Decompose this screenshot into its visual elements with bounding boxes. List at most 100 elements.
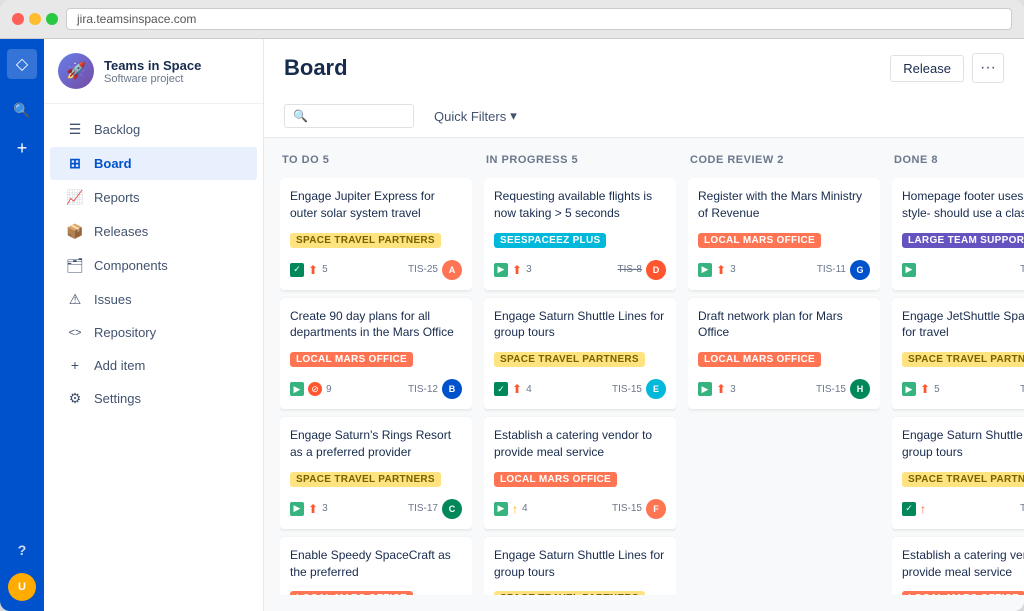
search-nav-icon[interactable]: 🔍 [7, 95, 37, 125]
board-header: Board Release ··· 🔍 Quick Filters [264, 39, 1024, 138]
sidebar: 🚀 Teams in Space Software project ☰ Back… [44, 39, 264, 611]
column-cards-inprogress: Requesting available flights is now taki… [484, 178, 676, 595]
card-id: TIS-15 [612, 503, 642, 514]
story-icon: ▶ [902, 263, 916, 277]
sidebar-item-add-item[interactable]: + Add item [50, 349, 257, 381]
search-box[interactable]: 🔍 [284, 104, 414, 128]
count: 5 [322, 264, 328, 275]
card-id: TIS-68 [1020, 264, 1024, 275]
card-done-3[interactable]: Engage Saturn Shuttle Lines for group to… [892, 417, 1024, 529]
close-button[interactable] [12, 13, 24, 25]
more-options-button[interactable]: ··· [972, 53, 1004, 83]
card-title: Establish a catering vendor to provide m… [494, 427, 666, 461]
card-inprogress-3[interactable]: Establish a catering vendor to provide m… [484, 417, 676, 529]
avatar: G [850, 260, 870, 280]
sidebar-item-issues[interactable]: ⚠ Issues [50, 283, 257, 316]
count: 3 [526, 264, 532, 275]
card-footer: ▶ ⬆ 3 TIS-17 C [290, 499, 462, 519]
card-meta: ✓ ⬆ 5 [290, 263, 328, 277]
repository-icon: <> [66, 327, 84, 339]
card-tag: LOCAL MARS OFFICE [494, 472, 617, 487]
help-nav-icon[interactable]: ? [7, 535, 37, 565]
avatar: D [646, 260, 666, 280]
card-tag: SPACE TRAVEL PARTNERS [290, 472, 441, 487]
card-todo-2[interactable]: Create 90 day plans for all departments … [280, 298, 472, 410]
browser-chrome: jira.teamsinspace.com [0, 0, 1024, 39]
column-inprogress: IN PROGRESS 5 Requesting available fligh… [484, 154, 676, 595]
card-tag: LARGE TEAM SUPPORT [902, 233, 1024, 248]
search-icon: 🔍 [13, 102, 30, 119]
column-cards-done: Homepage footer uses an inline style- sh… [892, 178, 1024, 595]
avatar: C [442, 499, 462, 519]
card-id-meta: TIS-15 K [1020, 499, 1024, 519]
global-nav: ◇ 🔍 + ? U [0, 39, 44, 611]
sidebar-item-reports[interactable]: 📈 Reports [50, 181, 257, 214]
card-id-meta: TIS-68 I [1020, 260, 1024, 280]
chevron-down-icon: ▾ [510, 108, 517, 124]
sidebar-item-backlog[interactable]: ☰ Backlog [50, 113, 257, 146]
card-todo-4[interactable]: Enable Speedy SpaceCraft as the preferre… [280, 537, 472, 595]
card-footer: ▶ ⊘ 9 TIS-12 B [290, 379, 462, 399]
card-id-meta: TIS-17 C [408, 499, 462, 519]
card-id: TIS-15 [816, 384, 846, 395]
priority-icon: ⬆ [512, 382, 522, 396]
card-id: TIS-17 [408, 503, 438, 514]
count: 4 [522, 503, 528, 514]
card-id-meta: TIS-23 J [1020, 379, 1024, 399]
search-input[interactable] [314, 109, 394, 123]
card-footer: ✓ ↑ TIS-15 K [902, 499, 1024, 519]
card-footer: ▶ ⬆ 3 TIS-8 D [494, 260, 666, 280]
card-title: Register with the Mars Ministry of Reven… [698, 188, 870, 222]
priority-icon: ↑ [512, 502, 518, 516]
card-done-4[interactable]: Establish a catering vendor to provide m… [892, 537, 1024, 595]
sidebar-item-releases[interactable]: 📦 Releases [50, 215, 257, 248]
sidebar-label-backlog: Backlog [94, 122, 140, 137]
card-id: TIS-11 [817, 264, 846, 275]
sidebar-item-components[interactable]: 🗂 Components [50, 249, 257, 282]
card-inprogress-1[interactable]: Requesting available flights is now taki… [484, 178, 676, 290]
card-id: TIS-23 [1020, 384, 1024, 395]
minimize-button[interactable] [29, 13, 41, 25]
maximize-button[interactable] [46, 13, 58, 25]
priority-icon: ⬆ [512, 263, 522, 277]
user-avatar[interactable]: U [8, 573, 36, 601]
quick-filters-button[interactable]: Quick Filters ▾ [424, 103, 527, 129]
card-id: TIS-15 [1020, 503, 1024, 514]
blocked-icon: ⊘ [308, 382, 322, 396]
story-icon: ▶ [290, 502, 304, 516]
card-done-1[interactable]: Homepage footer uses an inline style- sh… [892, 178, 1024, 290]
issues-icon: ⚠ [66, 291, 84, 308]
column-header-inprogress: IN PROGRESS 5 [484, 154, 676, 170]
release-button[interactable]: Release [890, 55, 964, 82]
avatar: F [646, 499, 666, 519]
settings-icon: ⚙ [66, 390, 84, 407]
sidebar-item-board[interactable]: ⊞ Board [50, 147, 257, 180]
address-bar[interactable]: jira.teamsinspace.com [66, 8, 1012, 30]
card-id: TIS-25 [408, 264, 438, 275]
card-id-meta: TIS-11 G [817, 260, 870, 280]
card-todo-3[interactable]: Engage Saturn's Rings Resort as a prefer… [280, 417, 472, 529]
create-nav-icon[interactable]: + [7, 133, 37, 163]
card-id-meta: TIS-8 D [618, 260, 666, 280]
sidebar-item-settings[interactable]: ⚙ Settings [50, 382, 257, 415]
quick-filters-label: Quick Filters [434, 109, 506, 124]
card-meta: ▶ ↑ 4 [494, 502, 528, 516]
app-logo[interactable]: ◇ [7, 49, 37, 79]
card-inprogress-2[interactable]: Engage Saturn Shuttle Lines for group to… [484, 298, 676, 410]
sidebar-label-board: Board [94, 156, 132, 171]
card-todo-1[interactable]: Engage Jupiter Express for outer solar s… [280, 178, 472, 290]
card-codereview-1[interactable]: Register with the Mars Ministry of Reven… [688, 178, 880, 290]
card-title: Engage Saturn Shuttle Lines for group to… [494, 308, 666, 342]
card-done-2[interactable]: Engage JetShuttle SpaceWays for travel S… [892, 298, 1024, 410]
card-codereview-2[interactable]: Draft network plan for Mars Office LOCAL… [688, 298, 880, 410]
avatar: H [850, 379, 870, 399]
column-header-todo: TO DO 5 [280, 154, 472, 170]
sidebar-item-repository[interactable]: <> Repository [50, 317, 257, 348]
backlog-icon: ☰ [66, 121, 84, 138]
card-id-meta: TIS-15 F [612, 499, 666, 519]
board-actions: Release ··· [890, 53, 1004, 83]
add-item-icon: + [66, 357, 84, 373]
card-inprogress-4[interactable]: Engage Saturn Shuttle Lines for group to… [484, 537, 676, 595]
card-footer: ✓ ⬆ 5 TIS-25 A [290, 260, 462, 280]
count: 3 [730, 384, 736, 395]
